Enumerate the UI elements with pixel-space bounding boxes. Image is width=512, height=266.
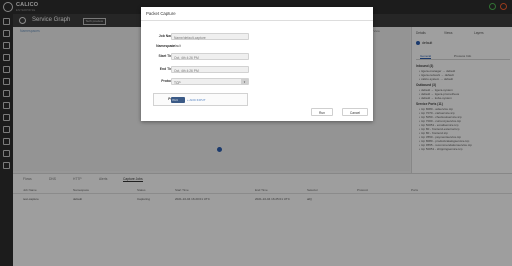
job-name-input[interactable]: Name/default-capture — [171, 33, 249, 40]
end-time-input[interactable]: Oct, 4th 4:26 PM — [171, 66, 249, 73]
namespace-value: default — [171, 44, 181, 48]
dialog-title: Packet Capture — [146, 11, 176, 16]
protocol-select[interactable]: TCP ▾ — [171, 78, 249, 85]
chevron-down-icon[interactable]: ▾ — [241, 79, 248, 85]
protocol-selected-value: TCP — [174, 80, 181, 85]
run-button[interactable]: Run — [311, 108, 333, 116]
packet-capture-dialog: Packet Capture Job Name Name/default-cap… — [141, 7, 373, 121]
add-input-link[interactable]: + ADD INPUT — [187, 98, 206, 102]
dialog-divider — [141, 20, 373, 21]
port-toggle[interactable]: Port — [171, 97, 185, 103]
cancel-button[interactable]: Cancel — [342, 108, 368, 116]
start-time-input[interactable]: Oct, 4th 4:26 PM — [171, 53, 249, 60]
